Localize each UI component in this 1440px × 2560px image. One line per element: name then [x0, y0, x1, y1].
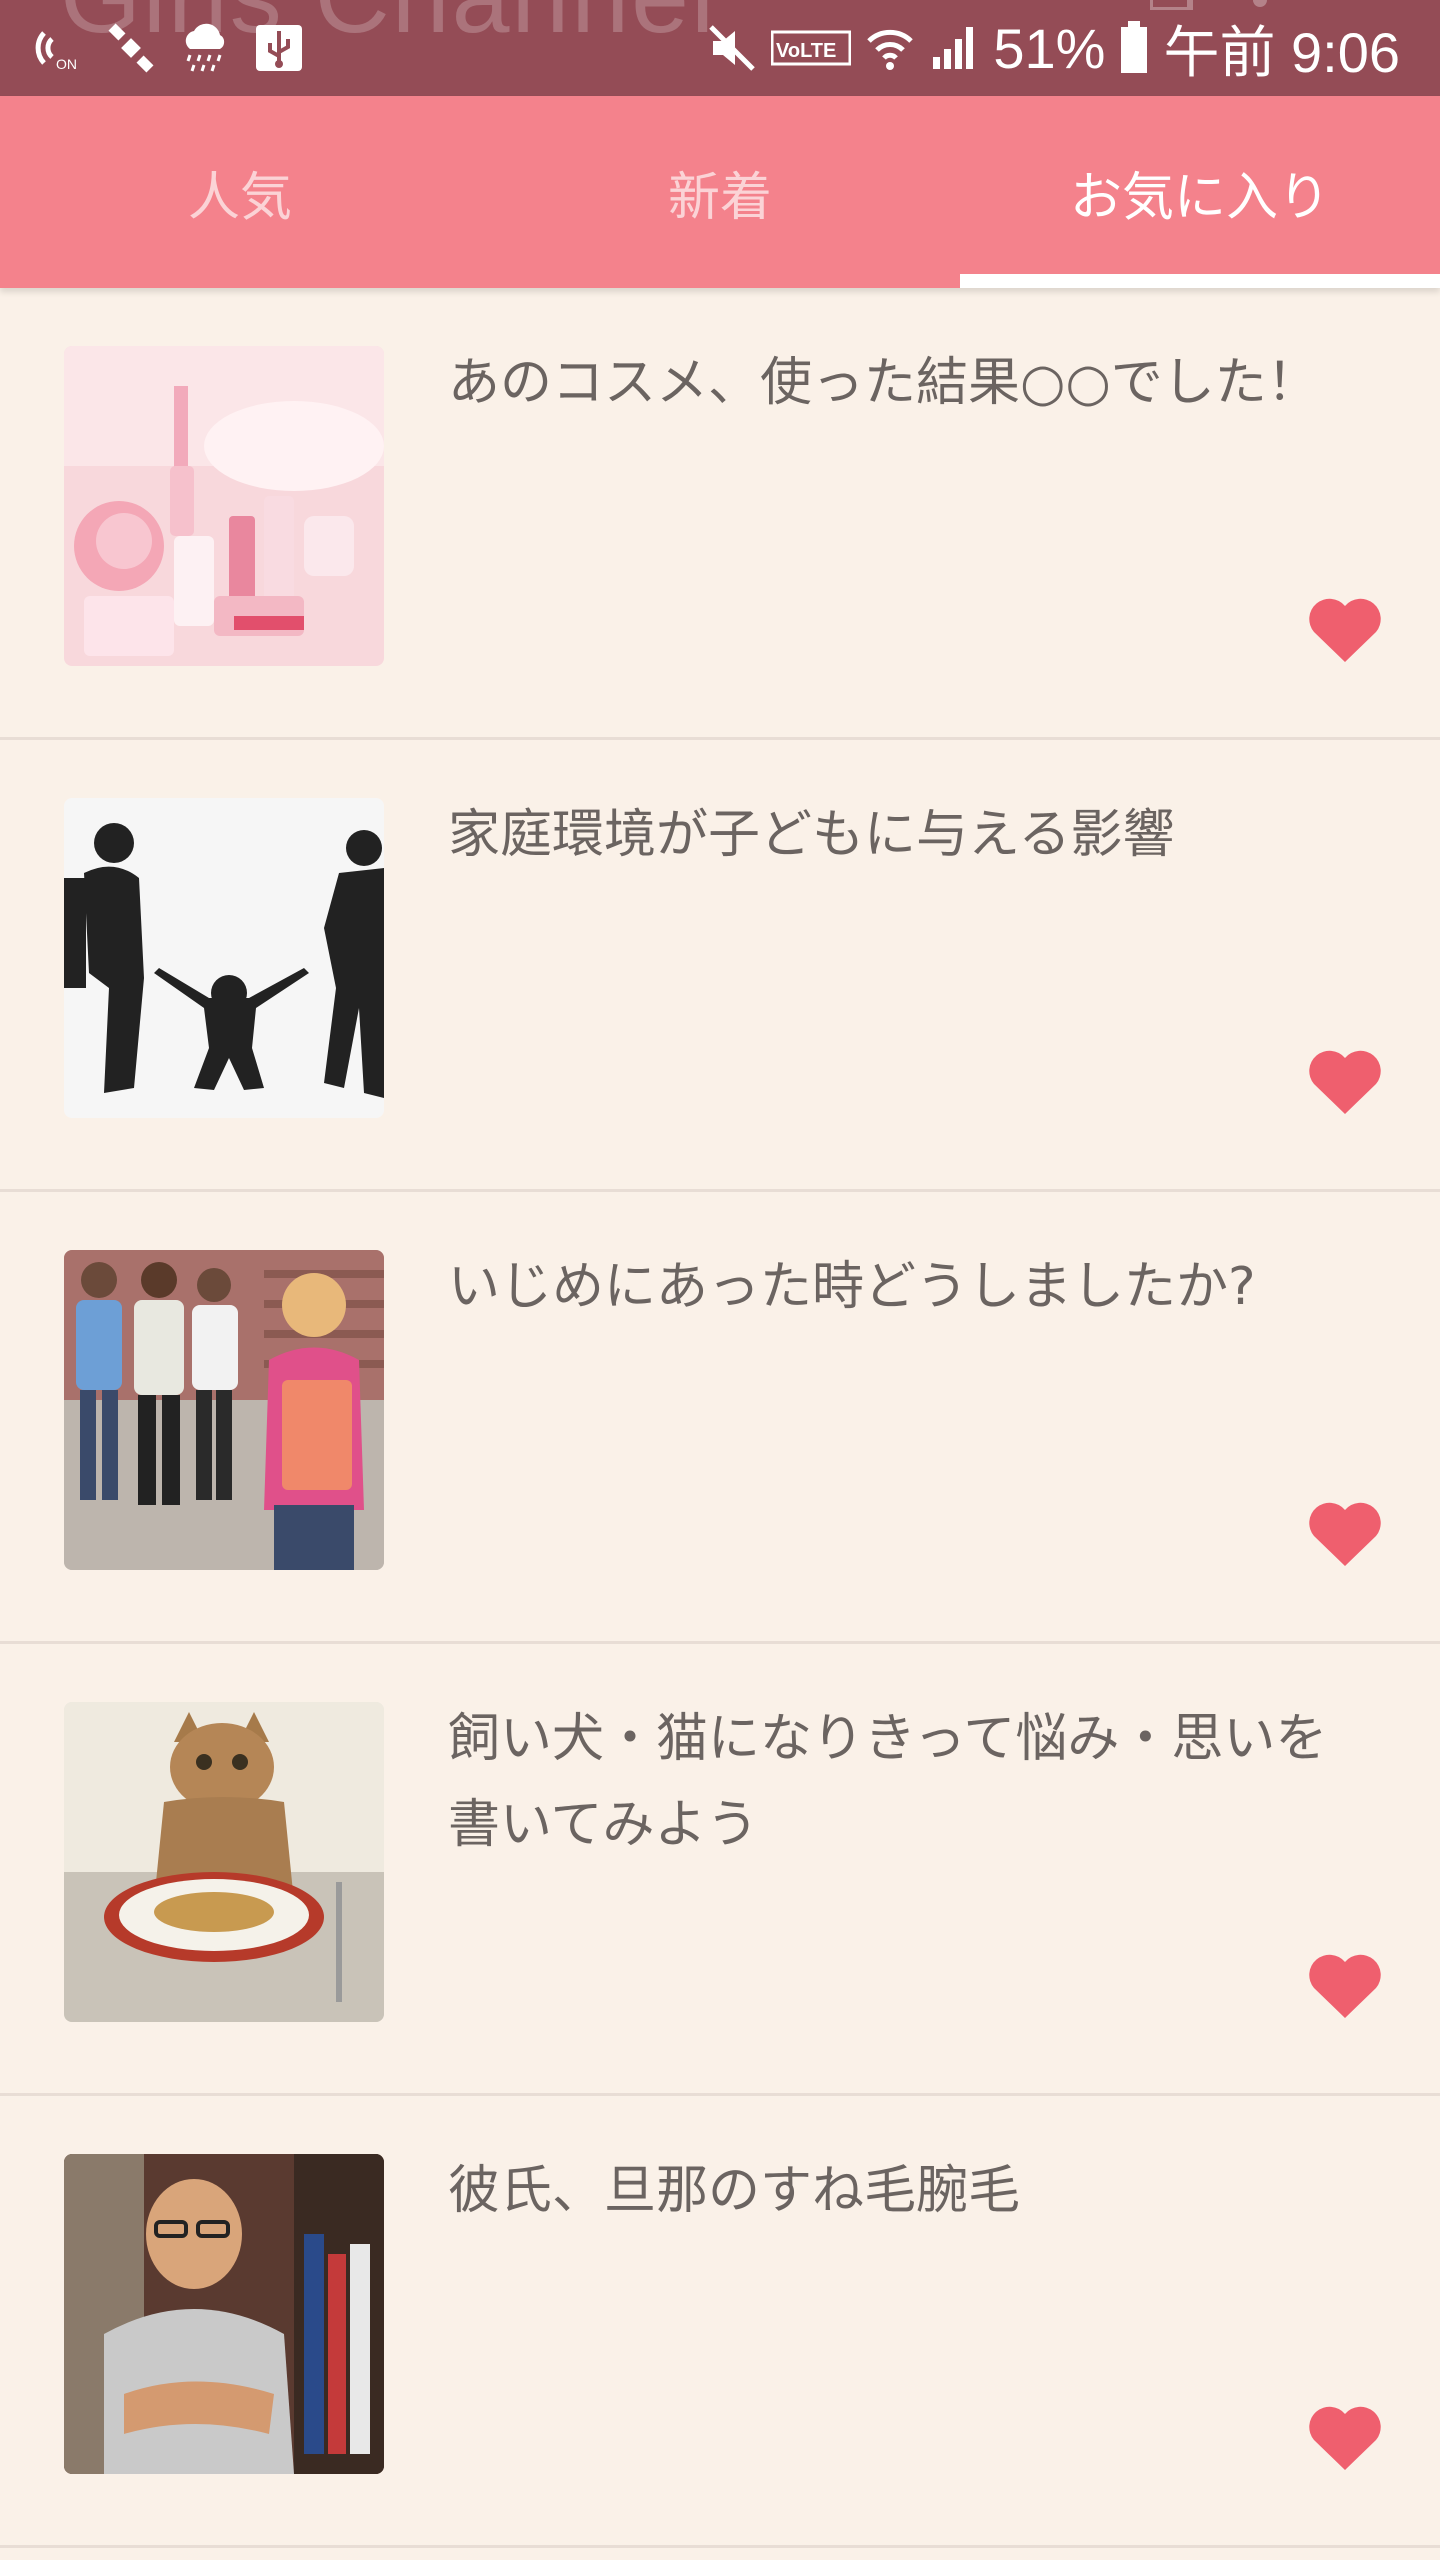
tab-new[interactable]: 新着	[480, 96, 960, 288]
svg-text:ON: ON	[56, 56, 77, 72]
favorite-heart-icon[interactable]	[1308, 1500, 1382, 1568]
volte-icon: VoLTE	[771, 30, 852, 66]
article-title: 彼氏、旦那のすね毛腕毛	[448, 2161, 1021, 2221]
tab-bar: 人気 新着 お気に入り	[0, 96, 1440, 288]
list-item[interactable]: 彼氏、旦那のすね毛腕毛	[0, 2096, 1440, 2548]
pink-cosmetics-thumbnail	[64, 346, 384, 666]
list-item[interactable]: あのコスメ、使った結果○○でした！	[0, 288, 1440, 740]
battery-icon	[1121, 21, 1148, 73]
clock: 午前 9:06	[1163, 20, 1400, 84]
favorite-heart-icon[interactable]	[1308, 2404, 1382, 2472]
wifi-icon	[867, 29, 914, 70]
status-left-icons: ON	[34, 18, 304, 78]
family-silhouette-thumbnail	[64, 798, 384, 1118]
favorite-heart-icon[interactable]	[1308, 596, 1382, 664]
tab-popular[interactable]: 人気	[0, 96, 480, 288]
favorite-heart-icon[interactable]	[1308, 1952, 1382, 2020]
schoolchildren-thumbnail	[64, 1250, 384, 1570]
usb-icon	[256, 25, 302, 71]
article-title: いじめにあった時どうしましたか?	[448, 1257, 1256, 1317]
article-title: 家庭環境が子どもに与える影響	[448, 805, 1175, 865]
battery-percent: 51%	[993, 16, 1106, 80]
signal-icon	[933, 27, 974, 69]
tab-favorites[interactable]: お気に入り	[960, 96, 1440, 288]
cat-with-food-thumbnail	[64, 1702, 384, 2022]
status-right-icons: VoLTE 51% 午前 9:06	[707, 10, 1400, 86]
tab-active-indicator	[960, 274, 1440, 288]
favorite-heart-icon[interactable]	[1308, 1048, 1382, 1116]
article-title: あのコスメ、使った結果○○でした！	[448, 353, 1319, 413]
man-arms-crossed-thumbnail	[64, 2154, 384, 2474]
list-item[interactable]: いじめにあった時どうしましたか?	[0, 1192, 1440, 1644]
nfc-icon: ON	[35, 31, 77, 72]
rain-cloud-icon	[185, 23, 225, 72]
satellite-icon	[108, 23, 154, 73]
list-item[interactable]: 飼い犬・猫になりきって悩み・思いを書いてみよう	[0, 1644, 1440, 2096]
status-bar: Girls Channel ON	[0, 0, 1440, 96]
favorites-list: あのコスメ、使った結果○○でした！ 家庭環境が子どもに与える影響 いじめにあった…	[0, 288, 1440, 2548]
article-title: 飼い犬・猫になりきって悩み・思いを書いてみよう	[448, 1709, 1328, 1855]
svg-text:VoLTE: VoLTE	[776, 40, 836, 62]
mute-icon	[709, 25, 756, 71]
list-item[interactable]: 家庭環境が子どもに与える影響	[0, 740, 1440, 1192]
